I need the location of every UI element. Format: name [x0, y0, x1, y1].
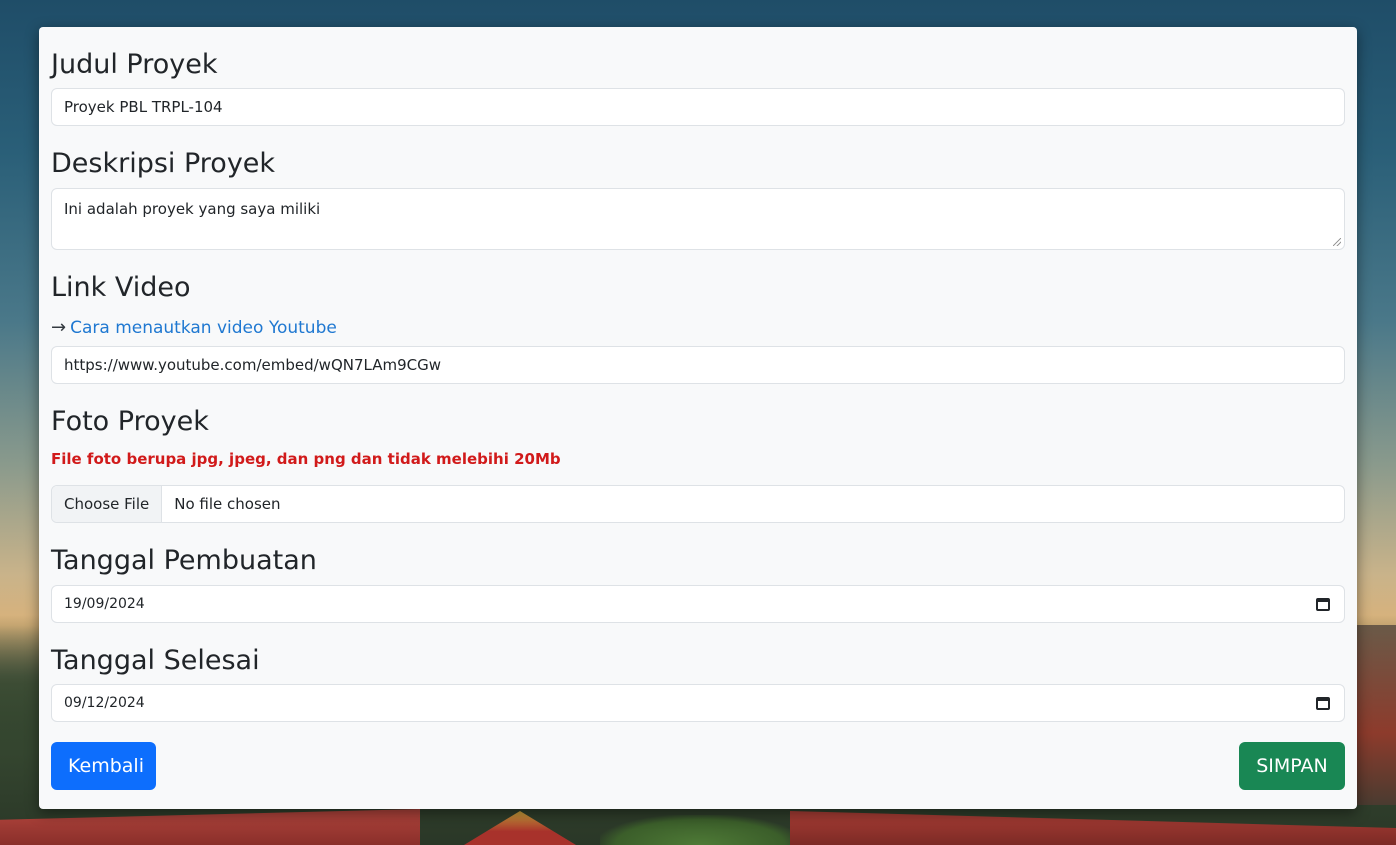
start-date-input[interactable]: 19/09/2024: [51, 585, 1345, 623]
title-input[interactable]: [51, 88, 1345, 126]
end-date-label: Tanggal Selesai: [51, 645, 260, 676]
background-building: [1356, 625, 1396, 805]
arrow-right-icon: →: [51, 317, 67, 338]
description-textarea[interactable]: Ini adalah proyek yang saya miliki: [51, 188, 1345, 250]
resize-grip-icon[interactable]: [1333, 238, 1341, 246]
calendar-icon[interactable]: [1316, 696, 1330, 710]
video-label: Link Video: [51, 272, 191, 303]
photo-warning-text: File foto berupa jpg, jpeg, dan png dan …: [51, 450, 561, 468]
description-text: Ini adalah proyek yang saya miliki: [64, 200, 321, 218]
background-trees: [600, 815, 800, 845]
photo-label: Foto Proyek: [51, 406, 209, 437]
calendar-icon[interactable]: [1316, 597, 1330, 611]
save-button[interactable]: SIMPAN: [1239, 742, 1345, 790]
start-date-label: Tanggal Pembuatan: [51, 545, 317, 576]
end-date-value: 09/12/2024: [64, 695, 145, 711]
project-form-card: Judul Proyek Deskripsi Proyek Ini adalah…: [39, 27, 1357, 809]
start-date-value: 19/09/2024: [64, 596, 145, 612]
title-label: Judul Proyek: [51, 49, 218, 80]
video-link-input[interactable]: [51, 346, 1345, 384]
file-status-text: No file chosen: [174, 495, 281, 513]
photo-file-input[interactable]: Choose File No file chosen: [51, 485, 1345, 523]
end-date-input[interactable]: 09/12/2024: [51, 684, 1345, 722]
choose-file-button[interactable]: Choose File: [52, 486, 163, 522]
description-label: Deskripsi Proyek: [51, 148, 276, 179]
video-help-link[interactable]: Cara menautkan video Youtube: [70, 318, 337, 338]
video-help-row: → Cara menautkan video Youtube: [51, 317, 337, 338]
back-button[interactable]: Kembali: [51, 742, 156, 790]
